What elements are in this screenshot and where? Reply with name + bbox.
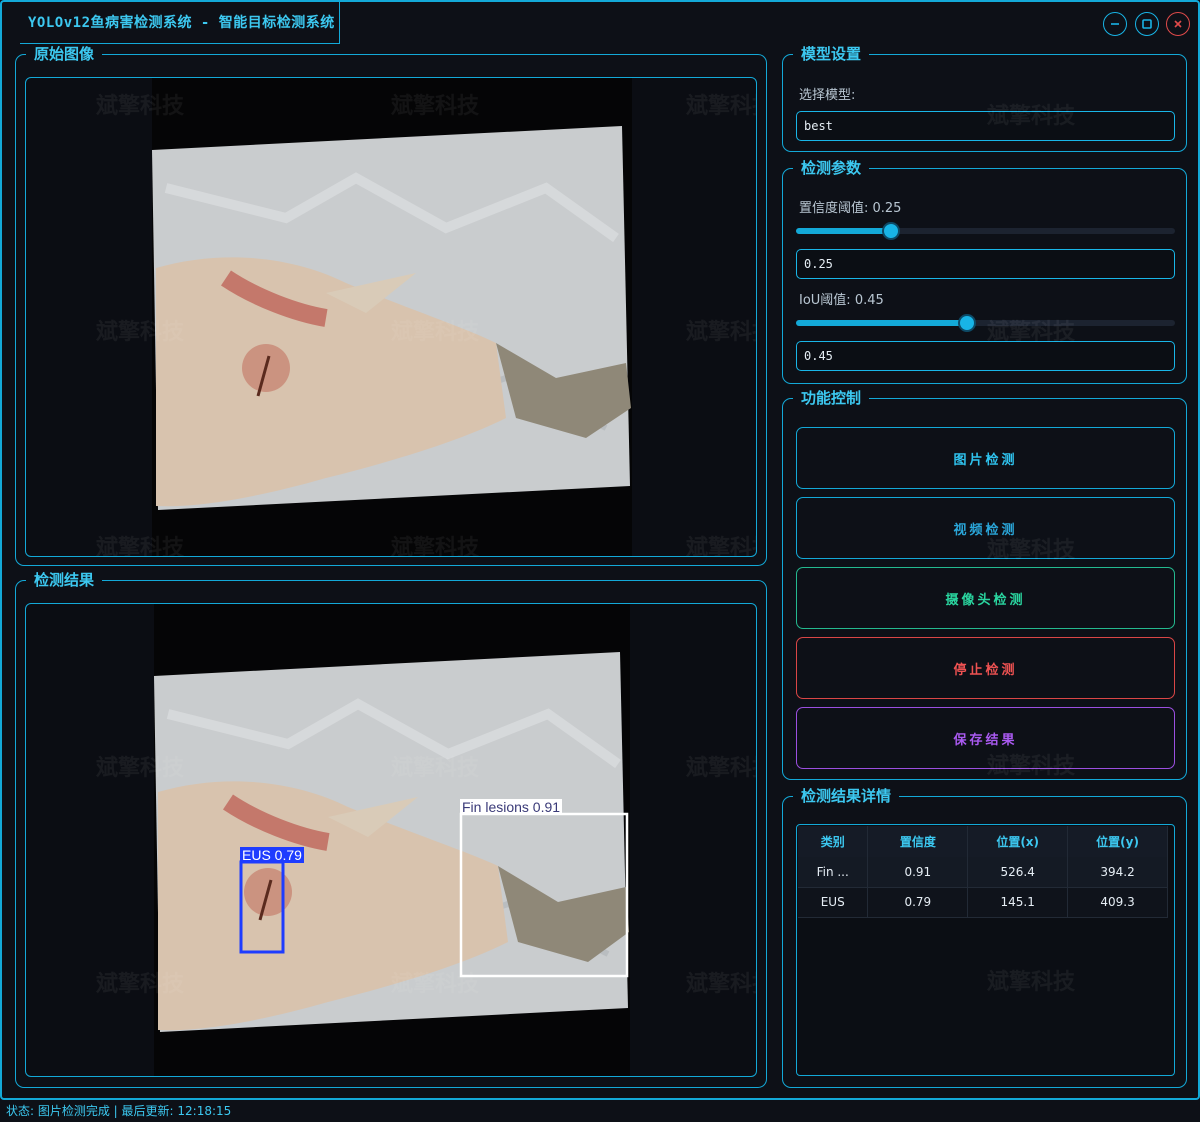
confidence-slider[interactable]	[796, 222, 1175, 240]
table-cell: 409.3	[1067, 887, 1168, 918]
table-cell: 145.1	[967, 887, 1069, 918]
table-cell: 526.4	[967, 857, 1069, 888]
minimize-button[interactable]	[1103, 12, 1127, 36]
table-cell: 0.91	[867, 857, 969, 888]
column-header-class[interactable]: 类别	[798, 826, 869, 857]
image-detect-button[interactable]: 图片检测	[796, 427, 1175, 489]
table-header-row: 类别 置信度 位置(x) 位置(y)	[798, 826, 1168, 857]
details-table: 类别 置信度 位置(x) 位置(y) Fin ... 0.91 526.4 39…	[798, 826, 1168, 918]
model-select[interactable]: best	[796, 111, 1175, 141]
original-image-view: 斌擎科技 斌擎科技 斌擎科技 斌擎科技 斌擎科技 斌擎科技 斌擎科技 斌擎科技 …	[25, 77, 757, 557]
column-header-x[interactable]: 位置(x)	[967, 826, 1069, 857]
iou-slider[interactable]	[796, 314, 1175, 332]
close-button[interactable]	[1166, 12, 1190, 36]
main-window: YOLOv12鱼病害检测系统 - 智能目标检测系统 原始图像 斌擎科技 斌擎科 …	[0, 0, 1200, 1100]
original-image-group: 原始图像 斌擎科技 斌擎科技 斌擎科技 斌擎科技 斌擎科技 斌擎科技 斌擎科技 …	[15, 44, 767, 566]
model-select-label: 选择模型:	[799, 88, 856, 103]
confidence-slider-handle[interactable]	[882, 222, 900, 240]
details-title: 检测结果详情	[793, 786, 900, 806]
table-cell: EUS	[798, 887, 869, 918]
save-result-button[interactable]: 保存结果	[796, 707, 1175, 769]
original-image-title: 原始图像	[26, 44, 103, 64]
title-bar: YOLOv12鱼病害检测系统 - 智能目标检测系统	[2, 2, 1198, 44]
column-header-y[interactable]: 位置(y)	[1067, 826, 1168, 857]
table-cell: Fin ...	[798, 857, 869, 888]
detection-label-eus: EUS 0.79	[240, 847, 304, 863]
table-cell: 394.2	[1067, 857, 1168, 888]
maximize-button[interactable]	[1135, 12, 1159, 36]
confidence-input[interactable]: 0.25	[796, 249, 1175, 279]
confidence-label: 置信度阈值: 0.25	[799, 201, 902, 216]
column-header-confidence[interactable]: 置信度	[867, 826, 969, 857]
table-row[interactable]: EUS 0.79 145.1 409.3	[798, 887, 1168, 918]
model-settings-title: 模型设置	[793, 44, 870, 64]
window-title: YOLOv12鱼病害检测系统 - 智能目标检测系统	[28, 15, 335, 31]
confidence-slider-fill	[796, 228, 891, 234]
result-image-title: 检测结果	[26, 570, 103, 590]
status-bar: 状态: 图片检测完成 | 最后更新: 12:18:15	[0, 1100, 1200, 1122]
result-image-view: EUS 0.79 Fin lesions 0.91 斌擎科技 斌擎科技 斌擎科技…	[25, 603, 757, 1077]
fish-image-original	[152, 78, 632, 556]
title-tab: YOLOv12鱼病害检测系统 - 智能目标检测系统	[20, 2, 340, 44]
detect-params-title: 检测参数	[793, 158, 870, 178]
iou-label: IoU阈值: 0.45	[799, 293, 884, 308]
iou-slider-fill	[796, 320, 967, 326]
controls-title: 功能控制	[793, 388, 870, 408]
fish-image-result	[154, 604, 630, 1076]
iou-input[interactable]: 0.45	[796, 341, 1175, 371]
close-icon	[1174, 20, 1182, 28]
result-image-group: 检测结果 EUS 0.79 Fin lesions 0.91 斌擎科技 斌擎科技…	[15, 570, 767, 1088]
table-cell: 0.79	[867, 887, 969, 918]
minimize-icon	[1111, 23, 1119, 25]
camera-detect-button[interactable]: 摄像头检测	[796, 567, 1175, 629]
iou-slider-handle[interactable]	[958, 314, 976, 332]
detection-label-fin: Fin lesions 0.91	[460, 799, 563, 815]
maximize-icon	[1142, 19, 1152, 29]
video-detect-button[interactable]: 视频检测	[796, 497, 1175, 559]
stop-detect-button[interactable]: 停止检测	[796, 637, 1175, 699]
table-row[interactable]: Fin ... 0.91 526.4 394.2	[798, 857, 1168, 888]
